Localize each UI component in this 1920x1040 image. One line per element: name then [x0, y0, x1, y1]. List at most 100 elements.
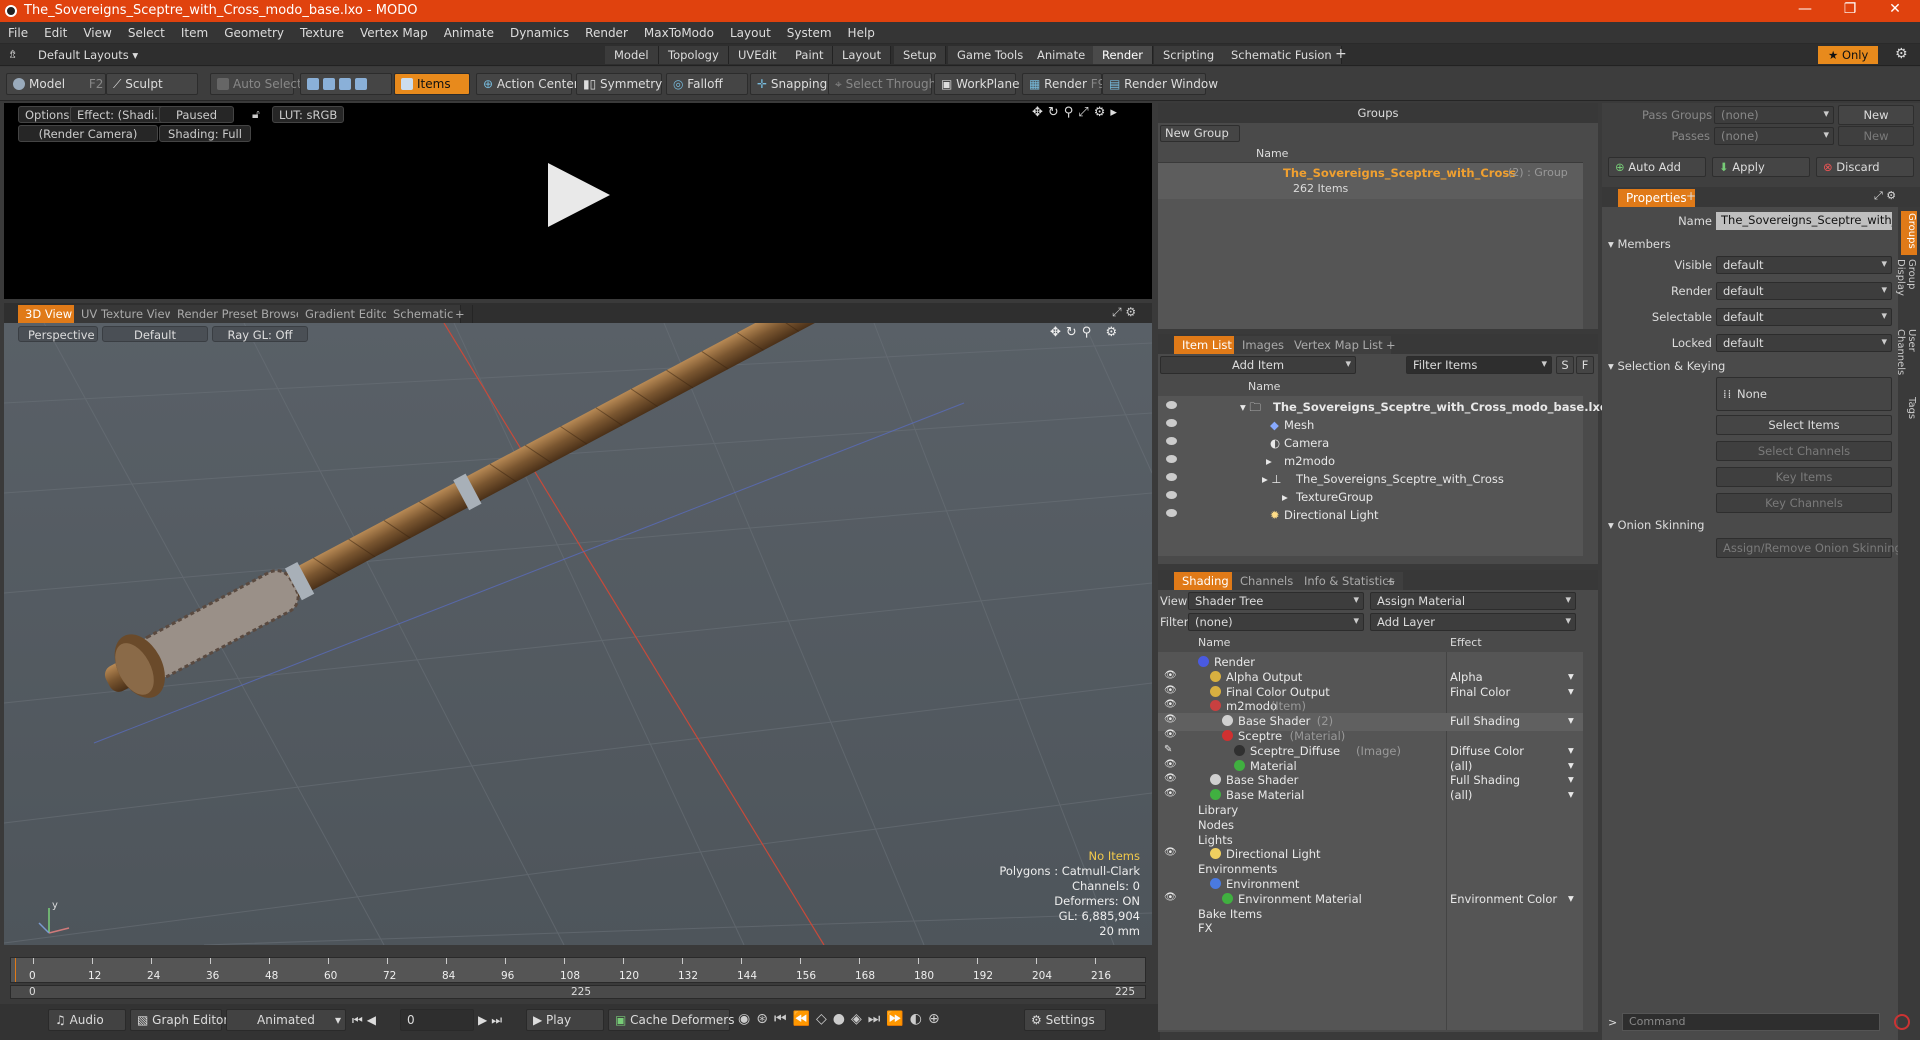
select-channels-button[interactable]: Select Channels — [1716, 441, 1892, 461]
menu-layout[interactable]: Layout — [722, 22, 779, 40]
item-row-texturegroup[interactable]: ▸ TextureGroup — [1158, 488, 1583, 506]
raygl-dropdown[interactable]: Ray GL: Off — [212, 326, 308, 342]
item-tree[interactable]: Name ▾ 🗀︎ The_Sovereigns_Sceptre_with_Cro… — [1158, 378, 1608, 556]
effect-dropdown-arrow-icon[interactable]: ▾ — [1568, 713, 1574, 727]
timeline-range[interactable]: 0 225 225 — [10, 985, 1146, 999]
visibility-icon[interactable]: 👁︎ — [1164, 685, 1177, 696]
preview-options-button[interactable]: Options — [18, 106, 77, 123]
new-pass-group-button[interactable]: New — [1838, 105, 1914, 125]
tab-images[interactable]: Images — [1234, 336, 1293, 354]
tab-model[interactable]: Model — [605, 46, 659, 64]
tab-item-list[interactable]: Item List — [1174, 336, 1240, 354]
falloff-button[interactable]: ◎ Falloff — [666, 73, 748, 95]
selection-mode-group[interactable] — [300, 73, 392, 95]
3d-viewport[interactable]: y Perspective Default Ray GL: Off ✥↻⚲ ⚙ … — [4, 323, 1152, 945]
properties-expand-icon[interactable]: ⤢ ⚙ — [1874, 189, 1896, 203]
only-toggle[interactable]: ★ Only — [1818, 46, 1879, 64]
tab-animate[interactable]: Animate — [1028, 46, 1096, 64]
shader-row-effect[interactable]: Full Shading — [1450, 773, 1520, 787]
timeline-ruler[interactable]: 0 12 24 36 48 60 72 84 96 108 120 132 144 156 168 180 19… — [10, 957, 1146, 983]
settings-button[interactable]: ⚙ Settings — [1024, 1009, 1106, 1031]
material-mode-icon[interactable] — [355, 78, 367, 90]
tab-layout[interactable]: Layout — [833, 46, 892, 64]
visibility-icon[interactable]: 👁︎ — [1164, 788, 1177, 799]
render-dropdown[interactable]: default — [1716, 282, 1892, 300]
side-tab-group-display[interactable]: Group Display — [1895, 259, 1917, 325]
effect-dropdown-arrow-icon[interactable]: ▾ — [1568, 669, 1574, 683]
shader-row-effect[interactable]: (all) — [1450, 759, 1472, 773]
graph-editor-button[interactable]: ▧ Graph Editor — [130, 1009, 228, 1031]
menu-select[interactable]: Select — [120, 22, 173, 40]
tab-scripting[interactable]: Scripting — [1154, 46, 1225, 64]
item-row-directional-light[interactable]: ✹ Directional Light — [1158, 506, 1583, 524]
animated-dropdown[interactable]: Animated ▾ — [226, 1009, 346, 1031]
new-group-button[interactable]: New Group — [1160, 125, 1240, 142]
assign-onion-button[interactable]: Assign/Remove Onion Skinning — [1716, 538, 1902, 558]
shader-row-effect[interactable]: (all) — [1450, 788, 1472, 802]
add-item-list-tab[interactable]: + — [1378, 336, 1404, 354]
viewport-expand-icon[interactable]: ⤢ ⚙ — [1112, 305, 1136, 320]
tab-paint[interactable]: Paint — [786, 46, 834, 64]
select-through-button[interactable]: ⌖ Select Through — [828, 73, 936, 95]
item-row-camera[interactable]: ◐ Camera — [1158, 434, 1583, 452]
tab-topology[interactable]: Topology — [659, 46, 729, 64]
visibility-icon[interactable]: 👁︎ — [1164, 759, 1177, 770]
playhead[interactable] — [15, 958, 16, 982]
visibility-icon[interactable] — [1166, 509, 1177, 517]
effect-dropdown-arrow-icon[interactable]: ▾ — [1568, 772, 1574, 786]
key-items-button[interactable]: Key Items — [1716, 467, 1892, 487]
add-layout-tab-button[interactable]: + — [1335, 46, 1347, 62]
gear-icon[interactable]: ⚙ — [1895, 46, 1908, 62]
edge-mode-icon[interactable] — [323, 78, 335, 90]
apply-button[interactable]: ⬇ Apply — [1712, 157, 1810, 177]
effect-dropdown-arrow-icon[interactable]: ▾ — [1568, 758, 1574, 772]
play-icon[interactable] — [548, 163, 610, 227]
tab-setup[interactable]: Setup — [894, 46, 947, 64]
key-channels-button[interactable]: Key Channels — [1716, 493, 1892, 513]
item-row-mesh[interactable]: ◆ Mesh — [1158, 416, 1583, 434]
visibility-icon[interactable] — [1166, 473, 1177, 481]
tab-uvedit[interactable]: UVEdit — [729, 46, 787, 64]
shader-row-effect[interactable]: Final Color — [1450, 685, 1510, 699]
pin-icon[interactable]: ⇯ — [8, 48, 17, 61]
record-icon[interactable] — [1894, 1014, 1910, 1030]
vertex-mode-icon[interactable] — [307, 78, 319, 90]
shader-tree[interactable]: Name Effect Render 👁︎ Alpha Output Alpha ▾ 👁︎… — [1158, 634, 1583, 1030]
maximize-button[interactable]: ❐ — [1830, 1, 1870, 17]
menu-help[interactable]: Help — [840, 22, 883, 40]
add-viewport-tab-button[interactable]: + — [448, 305, 473, 323]
add-item-dropdown[interactable]: Add Item — [1160, 356, 1356, 374]
pass-groups-dropdown[interactable]: (none) — [1714, 106, 1834, 124]
add-layer-dropdown[interactable]: Add Layer — [1370, 613, 1576, 631]
render-button[interactable]: ▦ Render F9 — [1022, 73, 1105, 95]
shader-row-effect[interactable]: Alpha — [1450, 670, 1483, 684]
group-row[interactable]: The_Sovereigns_Sceptre_with_Cross (2) : … — [1158, 163, 1583, 199]
shader-row[interactable]: FX — [1158, 920, 1583, 938]
effect-dropdown-arrow-icon[interactable]: ▾ — [1568, 743, 1574, 757]
minimize-button[interactable]: — — [1785, 1, 1825, 17]
render-window-button[interactable]: ▤ Render Window — [1102, 73, 1218, 95]
layouts-dropdown[interactable]: Default Layouts ▾ — [38, 48, 138, 62]
shader-row-effect[interactable]: Full Shading — [1450, 714, 1520, 728]
effect-dropdown-arrow-icon[interactable]: ▾ — [1568, 891, 1574, 905]
perspective-dropdown[interactable]: Perspective — [18, 326, 98, 342]
menu-file[interactable]: File — [0, 22, 36, 40]
snapping-button[interactable]: ✛ Snapping — [750, 73, 832, 95]
skip-forward-icons[interactable]: ▶⏭ — [478, 1013, 506, 1028]
polygon-mode-icon[interactable] — [339, 78, 351, 90]
command-input[interactable]: Command — [1622, 1013, 1880, 1031]
cache-deformers-button[interactable]: ▣ Cache Deformers — [608, 1009, 734, 1031]
shading-dropdown[interactable]: Shading: Full — [159, 125, 251, 142]
effect-dropdown-arrow-icon[interactable]: ▾ — [1568, 684, 1574, 698]
tab-vertex-map-list[interactable]: Vertex Map List — [1286, 336, 1391, 354]
visibility-icon[interactable]: 👁︎ — [1164, 729, 1177, 740]
tab-render-preset-browser[interactable]: Render Preset Browser — [170, 305, 316, 323]
visibility-icon[interactable] — [1166, 455, 1177, 463]
add-properties-tab[interactable]: + — [1686, 189, 1696, 203]
add-shading-tab[interactable]: + — [1378, 572, 1404, 590]
menu-item[interactable]: Item — [173, 22, 216, 40]
menu-texture[interactable]: Texture — [292, 22, 352, 40]
item-row-scene[interactable]: ▾ 🗀︎ The_Sovereigns_Sceptre_with_Cross_mo… — [1158, 398, 1608, 416]
skip-back-icons[interactable]: ⏮◀ — [352, 1013, 380, 1028]
groups-list[interactable]: Name The_Sovereigns_Sceptre_with_Cross (… — [1158, 145, 1583, 329]
